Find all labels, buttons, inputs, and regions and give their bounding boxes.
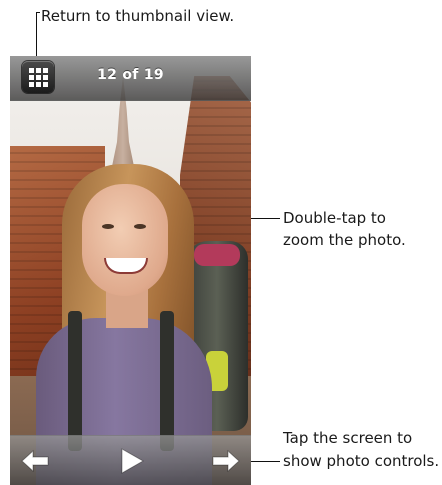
photo-strap-right — [160, 311, 174, 451]
callout-controls-line2: show photo controls. — [283, 452, 440, 470]
photo-backpack-strap-red — [194, 244, 240, 266]
callout-line-thumbnail — [36, 12, 37, 62]
bottom-toolbar — [10, 435, 251, 485]
top-toolbar: 12 of 19 — [10, 56, 251, 101]
photo-eye-right — [134, 224, 146, 229]
callout-thumbnail: Return to thumbnail view. — [41, 7, 235, 25]
arrow-left-icon — [21, 449, 49, 473]
photo-eye-left — [102, 224, 114, 229]
photo-viewer[interactable]: 12 of 19 — [10, 56, 251, 485]
next-button[interactable] — [209, 446, 243, 476]
photo-counter: 12 of 19 — [97, 67, 164, 83]
play-button[interactable] — [114, 446, 148, 476]
callout-zoom-line1: Double-tap to — [283, 209, 386, 227]
play-icon — [121, 448, 145, 474]
photo-face — [82, 184, 168, 296]
callout-controls-line1: Tap the screen to — [283, 429, 413, 447]
arrow-right-icon — [212, 449, 240, 473]
callout-zoom-line2: zoom the photo. — [283, 231, 406, 249]
previous-button[interactable] — [18, 446, 52, 476]
callout-tick-thumbnail — [36, 12, 40, 13]
photo-strap-left — [68, 311, 82, 451]
